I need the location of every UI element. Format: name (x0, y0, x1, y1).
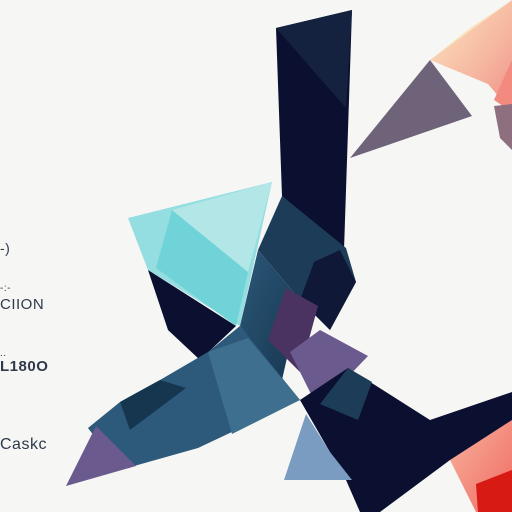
text-fragment-2: -:- (0, 283, 11, 294)
text-fragment-1: -) (0, 240, 11, 256)
mauve-triangle (350, 60, 472, 158)
text-fragment-5: L180O (0, 358, 49, 375)
artwork-canvas: -) -:- CIION .. L180O Caskc (0, 0, 512, 512)
text-fragment-3: CIION (0, 296, 45, 313)
text-fragment-6: Caskc (0, 436, 47, 453)
mauve-chip (494, 104, 512, 150)
low-poly-artwork (66, 0, 512, 512)
